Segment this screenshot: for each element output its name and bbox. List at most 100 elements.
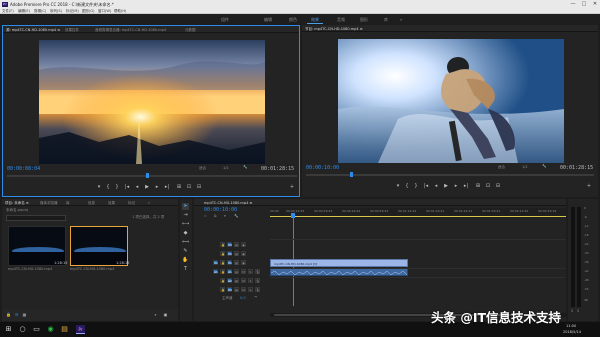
time-ruler[interactable]: 00:00 00:00:14:23 00:00:29:23 00:00:44:2…	[270, 208, 566, 218]
razor-tool-icon[interactable]: ◆	[182, 230, 189, 237]
list-view-icon[interactable]: ☰	[13, 311, 20, 318]
tab-libraries[interactable]: 库	[66, 201, 70, 206]
source-timecode[interactable]: 00:00:08:04	[7, 166, 40, 172]
track-lock-icon[interactable]: 🔒	[220, 269, 225, 274]
track-target-v3[interactable]: V3	[227, 242, 232, 247]
chrome-icon[interactable]: ◉	[46, 325, 55, 334]
snap-icon[interactable]: ⊂	[204, 214, 207, 218]
file-explorer-icon[interactable]: ▤	[60, 325, 69, 334]
meter-solo-right[interactable]: S	[577, 309, 579, 313]
workspace-overflow[interactable]: »	[400, 17, 402, 22]
overwrite-icon[interactable]: ⊡	[185, 184, 193, 191]
project-item-thumb-2[interactable]	[70, 226, 128, 266]
pen-tool-icon[interactable]: ✎	[182, 248, 189, 255]
tab-metadata[interactable]: 元数据	[185, 28, 196, 33]
tab-audio-clip-mixer[interactable]: 音频剪辑混合器: mp4TC-CN-HD-1080.mp4	[95, 28, 166, 33]
track-eye-icon[interactable]: ◉	[241, 260, 246, 265]
insert-icon[interactable]: ⊞	[175, 184, 183, 191]
track-sync-icon[interactable]: ▤	[234, 260, 239, 265]
lift-icon[interactable]: ⊞	[474, 183, 482, 190]
track-sync-icon[interactable]: ▤	[234, 269, 239, 274]
workspace-editing[interactable]: 编辑	[264, 17, 272, 23]
linked-selection-icon[interactable]: ⧉	[214, 214, 217, 218]
source-patch-a1[interactable]: A1	[213, 269, 218, 274]
track-target-a3[interactable]: A3	[227, 287, 232, 292]
program-step-forward-icon[interactable]: ▸	[452, 183, 460, 190]
track-target-v2[interactable]: V2	[227, 251, 232, 256]
step-forward-icon[interactable]: ▸	[153, 184, 161, 191]
new-item-icon[interactable]: ▣	[162, 311, 169, 318]
track-select-tool-icon[interactable]: ⇥	[182, 212, 189, 219]
track-solo-button[interactable]: S	[248, 269, 253, 274]
program-mark-in-icon[interactable]: {	[403, 183, 411, 190]
premiere-taskbar-icon[interactable]: Pr	[76, 325, 85, 334]
search-icon[interactable]: ⌕	[152, 311, 159, 318]
source-quality-dropdown[interactable]: 1/2	[223, 166, 229, 170]
program-add-marker-icon[interactable]: ▾	[394, 183, 402, 190]
tab-effects[interactable]: 效果	[108, 201, 115, 206]
selection-tool-icon[interactable]: ➤	[182, 203, 189, 210]
track-sync-icon[interactable]: ▤	[234, 287, 239, 292]
track-eye-icon[interactable]: ◉	[241, 242, 246, 247]
track-lock-icon[interactable]: 🔒	[220, 278, 225, 283]
tab-markers[interactable]: 标记	[128, 201, 135, 206]
step-back-icon[interactable]: ◂	[133, 184, 141, 191]
settings-wrench-icon[interactable]: 🔧	[243, 165, 247, 169]
track-sync-icon[interactable]: ▤	[234, 251, 239, 256]
program-step-back-icon[interactable]: ◂	[432, 183, 440, 190]
workspace-color[interactable]: 颜色	[289, 17, 297, 23]
source-video-frame[interactable]	[39, 40, 265, 164]
timeline-settings-wrench-icon[interactable]: 🔧	[234, 214, 238, 218]
program-video-frame[interactable]	[338, 39, 564, 163]
mark-in-icon[interactable]: {	[104, 184, 112, 191]
program-settings-wrench-icon[interactable]: 🔧	[542, 164, 546, 168]
tab-source[interactable]: 源: mp4TC-CN-HD-1080.mp4 ≡	[6, 28, 60, 33]
meter-solo-left[interactable]: S	[571, 309, 573, 313]
minimize-button[interactable]: —	[568, 0, 578, 8]
workspace-libraries[interactable]: 库	[384, 17, 388, 23]
slip-tool-icon[interactable]: ⟺	[182, 239, 189, 246]
track-mute-button[interactable]: M	[241, 287, 246, 292]
track-target-a2[interactable]: A2	[227, 278, 232, 283]
track-lock-icon[interactable]: 🔒	[220, 260, 225, 265]
track-mic-icon[interactable]: 🎙	[255, 269, 260, 274]
source-scrubber[interactable]	[7, 175, 297, 177]
source-add-button-icon[interactable]: +	[288, 184, 296, 191]
add-marker-icon[interactable]: ▾	[95, 184, 103, 191]
program-fit-dropdown[interactable]: 适合	[498, 165, 505, 170]
track-lock-icon[interactable]: 🔒	[220, 251, 225, 256]
workspace-assembly[interactable]: 组件	[221, 17, 229, 23]
go-to-in-icon[interactable]: |◂	[123, 184, 131, 191]
windows-start-icon[interactable]: ⊞	[4, 325, 13, 334]
play-icon[interactable]: ▶	[143, 184, 151, 191]
track-solo-button[interactable]: S	[248, 287, 253, 292]
program-play-icon[interactable]: ▶	[442, 183, 450, 190]
source-patch-v1[interactable]: V1	[213, 260, 218, 265]
export-frame-icon[interactable]: ⊟	[195, 184, 203, 191]
track-sync-icon[interactable]: ▤	[234, 242, 239, 247]
source-playhead[interactable]	[146, 173, 149, 178]
hand-tool-icon[interactable]: ✋	[182, 257, 189, 264]
program-export-frame-icon[interactable]: ⊟	[494, 183, 502, 190]
lock-icon[interactable]: 🔒	[5, 311, 12, 318]
workspace-audio[interactable]: 音频	[337, 17, 345, 23]
track-mic-icon[interactable]: 🎙	[255, 287, 260, 292]
tab-program[interactable]: 节目: mp4TC-CN-HD-1080.mp4 ≡	[305, 27, 363, 32]
search-taskbar-icon[interactable]: ○	[18, 325, 27, 334]
source-fit-dropdown[interactable]: 适合	[199, 166, 206, 171]
extract-icon[interactable]: ⊡	[484, 183, 492, 190]
track-solo-button[interactable]: S	[248, 278, 253, 283]
mark-out-icon[interactable]: }	[113, 184, 121, 191]
workspace-graphics[interactable]: 图形	[360, 17, 368, 23]
project-item-thumb-1[interactable]	[8, 226, 66, 266]
project-search-input[interactable]	[6, 215, 66, 221]
track-mic-icon[interactable]: 🎙	[255, 278, 260, 283]
track-lock-icon[interactable]: 🔒	[220, 287, 225, 292]
tab-overflow[interactable]: »	[148, 201, 150, 205]
track-sync-icon[interactable]: ▤	[234, 278, 239, 283]
maximize-button[interactable]: □	[579, 0, 589, 8]
master-skip-icon[interactable]: ⇥	[254, 295, 257, 299]
timeline-timecode[interactable]: 00:00:10:00	[204, 207, 237, 213]
track-mute-button[interactable]: M	[241, 278, 246, 283]
close-button[interactable]: ✕	[590, 0, 600, 8]
